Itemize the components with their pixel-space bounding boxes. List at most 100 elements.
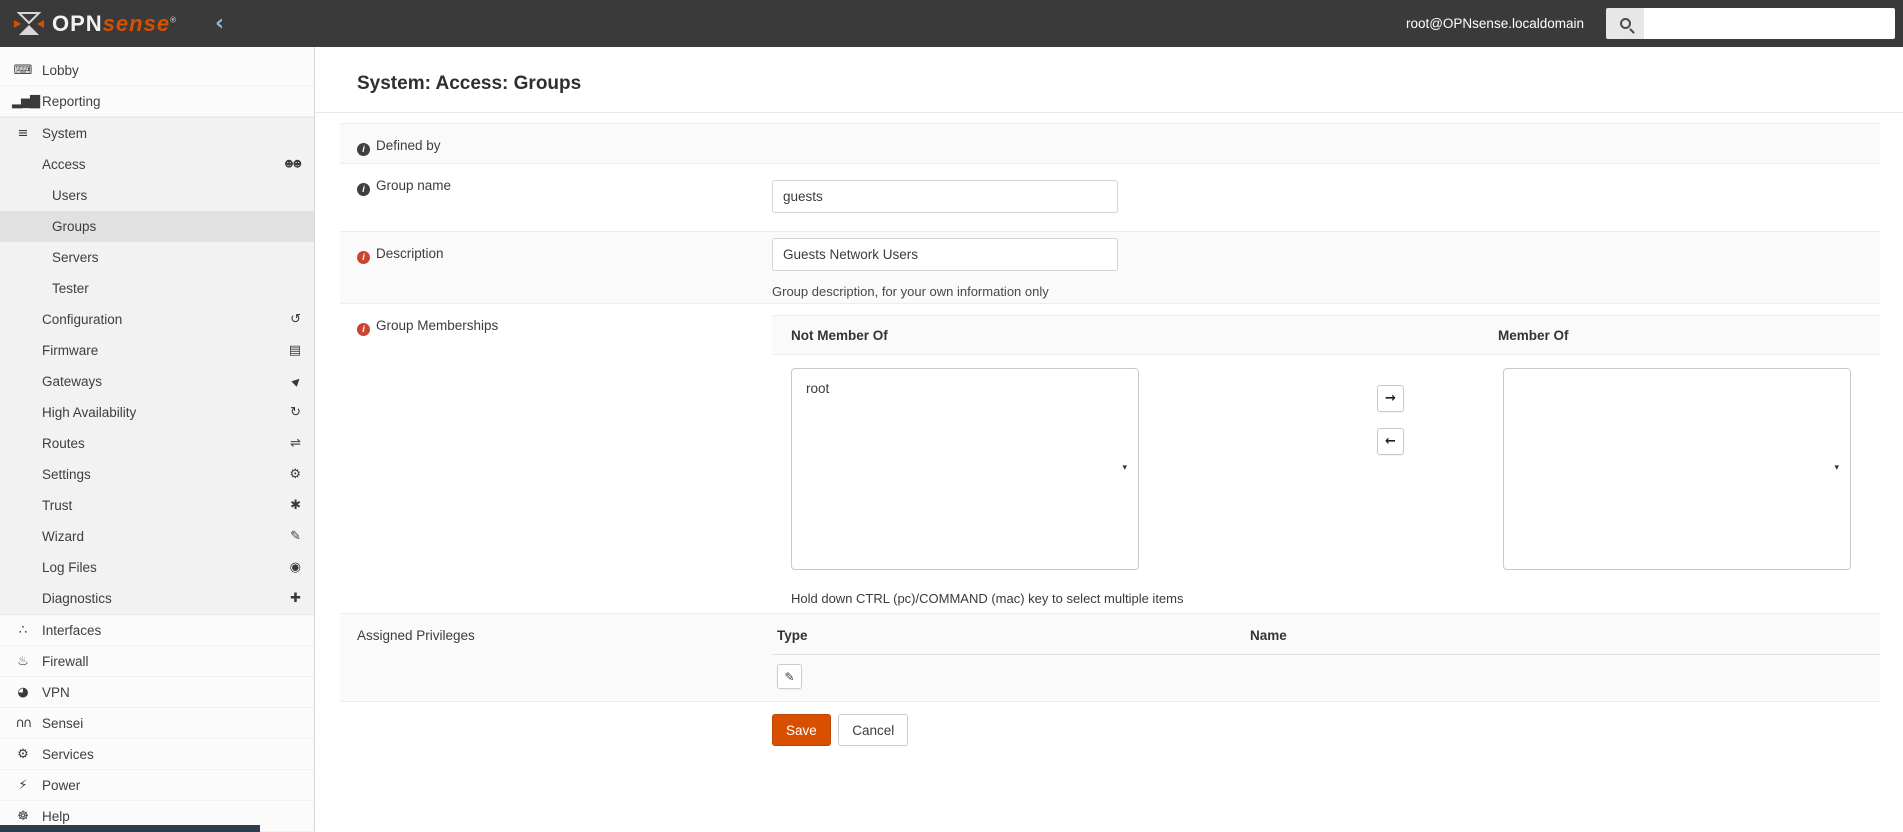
sidebar-item-vpn[interactable]: ◕ VPN	[0, 677, 314, 708]
required-info-icon: i	[357, 322, 370, 336]
search-icon	[1619, 18, 1631, 29]
description-control: Group description, for your own informat…	[772, 232, 1880, 303]
logo-sense: sense	[102, 10, 171, 36]
sidebar-item-label: Settings	[42, 467, 91, 482]
form-row-description: i Description Group description, for your…	[340, 232, 1880, 304]
member-of-select[interactable]: ▾	[1503, 368, 1851, 570]
memberships-help: Hold down CTRL (pc)/COMMAND (mac) key to…	[791, 591, 1184, 606]
sidebar-nav: ⌨ Lobby ▂▅▇ Reporting ≡ System Access ☻☻…	[0, 47, 315, 832]
sidebar-item-label: High Availability	[42, 405, 137, 420]
move-left-button[interactable]: ←	[1377, 428, 1404, 455]
form-row-actions: Save Cancel	[340, 702, 1880, 762]
sidebar-item-tester[interactable]: Tester	[0, 273, 314, 304]
location-arrow-icon: ▶	[290, 374, 304, 389]
users-group-icon: ☻☻	[284, 159, 302, 170]
move-right-button[interactable]: →	[1377, 385, 1404, 412]
sidebar-item-servers[interactable]: Servers	[0, 242, 314, 273]
chevron-down-icon: ▾	[1834, 463, 1839, 473]
logo-text: OPNsense®	[52, 11, 177, 37]
sidebar-item-firewall[interactable]: ♨ Firewall	[0, 646, 314, 677]
sidebar-item-firmware[interactable]: Firmware ▤	[0, 335, 314, 366]
sidebar-item-wizard[interactable]: Wizard ✎	[0, 521, 314, 552]
hourglass-logo-icon	[14, 11, 44, 35]
field-label	[340, 702, 772, 762]
sidebar-item-reporting[interactable]: ▂▅▇ Reporting	[0, 86, 314, 117]
globe-icon: ◕	[17, 684, 29, 700]
sidebar-footer	[0, 825, 260, 832]
sidebar-item-lobby[interactable]: ⌨ Lobby	[0, 55, 314, 86]
sidebar-item-groups[interactable]: Groups	[0, 211, 314, 242]
privileges-table-header: Type Name	[772, 628, 1880, 655]
not-member-of-select[interactable]: root ▾	[791, 368, 1139, 570]
life-ring-icon: ☸	[17, 808, 29, 824]
group-edit-form: i Defined by i Group name i Description Gro…	[340, 123, 1880, 762]
sidebar-item-label: Help	[42, 808, 70, 824]
search-input[interactable]	[1644, 8, 1895, 39]
description-help: Group description, for your own informat…	[772, 284, 1049, 299]
eye-icon: ◉	[289, 560, 301, 575]
sidebar-item-log-files[interactable]: Log Files ◉	[0, 552, 314, 583]
certificate-icon: ✱	[290, 498, 301, 513]
refresh-icon: ↻	[290, 405, 301, 420]
description-label: Description	[376, 246, 444, 261]
registered-mark: ®	[170, 15, 177, 25]
sidebar-item-system[interactable]: ≡ System	[0, 118, 314, 149]
description-input[interactable]	[772, 238, 1118, 271]
sidebar-item-access[interactable]: Access ☻☻	[0, 149, 314, 180]
list-icon: ≡	[17, 126, 29, 141]
history-icon: ↺	[290, 312, 301, 327]
sidebar-item-label: System	[42, 126, 88, 141]
field-label: i Description	[340, 232, 772, 303]
defined-by-label: Defined by	[376, 138, 441, 153]
cancel-button[interactable]: Cancel	[838, 714, 909, 746]
sidebar-item-label: Routes	[42, 436, 85, 451]
sidebar-item-high-availability[interactable]: High Availability ↻	[0, 397, 314, 428]
form-row-defined-by: i Defined by	[340, 124, 1880, 164]
required-info-icon: i	[357, 250, 370, 264]
sidebar-item-label: Gateways	[42, 374, 103, 389]
sidebar-item-trust[interactable]: Trust ✱	[0, 490, 314, 521]
search-addon	[1606, 8, 1644, 39]
sidebar-item-settings[interactable]: Settings ⚙	[0, 459, 314, 490]
sidebar-item-label: Lobby	[42, 62, 79, 78]
gear-icon: ⚙	[17, 746, 29, 762]
fire-icon: ♨	[17, 653, 29, 669]
select-option-root[interactable]: root	[792, 369, 1138, 396]
sidebar-item-sensei[interactable]: ∩∩ Sensei	[0, 708, 314, 739]
sidebar-item-diagnostics[interactable]: Diagnostics ✚	[0, 583, 314, 614]
plug-icon: ⚡	[18, 777, 28, 793]
form-actions: Save Cancel	[772, 702, 1880, 762]
logo-opn: OPN	[52, 10, 103, 36]
group-name-input[interactable]	[772, 180, 1118, 213]
sidebar-item-configuration[interactable]: Configuration ↺	[0, 304, 314, 335]
global-search	[1606, 8, 1895, 39]
sidebar-item-gateways[interactable]: Gateways ▶	[0, 366, 314, 397]
sidebar-item-label: Servers	[52, 250, 99, 265]
binoculars-icon: ∩∩	[15, 715, 32, 731]
sidebar-item-label: Wizard	[42, 529, 85, 544]
top-bar: OPNsense® ‹ root@OPNsense.localdomain	[0, 0, 1903, 47]
sidebar-item-users[interactable]: Users	[0, 180, 314, 211]
collapse-sidebar-icon[interactable]: ‹	[215, 12, 224, 35]
type-column-header: Type	[777, 628, 808, 643]
sidebar-item-services[interactable]: ⚙ Services	[0, 739, 314, 770]
edit-privileges-button[interactable]: ✎	[777, 664, 802, 689]
page-title: System: Access: Groups	[357, 73, 582, 94]
laptop-icon: ⌨	[13, 62, 33, 78]
form-row-assigned-privileges: Assigned Privileges Type Name ✎	[340, 614, 1880, 702]
sidebar-item-routes[interactable]: Routes ⇌	[0, 428, 314, 459]
info-icon: i	[357, 142, 370, 156]
sidebar-item-interfaces[interactable]: ∴ Interfaces	[0, 615, 314, 646]
memberships-body: root ▾ → ← ▾	[772, 355, 1880, 579]
medkit-icon: ✚	[290, 591, 301, 606]
opnsense-logo[interactable]: OPNsense®	[14, 11, 177, 37]
field-label: i Defined by	[340, 124, 772, 163]
save-button[interactable]: Save	[772, 714, 831, 746]
random-icon: ⇌	[290, 436, 301, 451]
sidebar-item-label: Firewall	[42, 653, 89, 669]
logged-in-user: root@OPNsense.localdomain	[1405, 16, 1584, 31]
memberships-control: Not Member Of Member Of root ▾ → ← ▾ Hol…	[772, 304, 1880, 613]
magic-wand-icon: ✎	[290, 529, 301, 544]
sidebar-item-power[interactable]: ⚡ Power	[0, 770, 314, 801]
form-row-group-memberships: i Group Memberships Not Member Of Member …	[340, 304, 1880, 614]
